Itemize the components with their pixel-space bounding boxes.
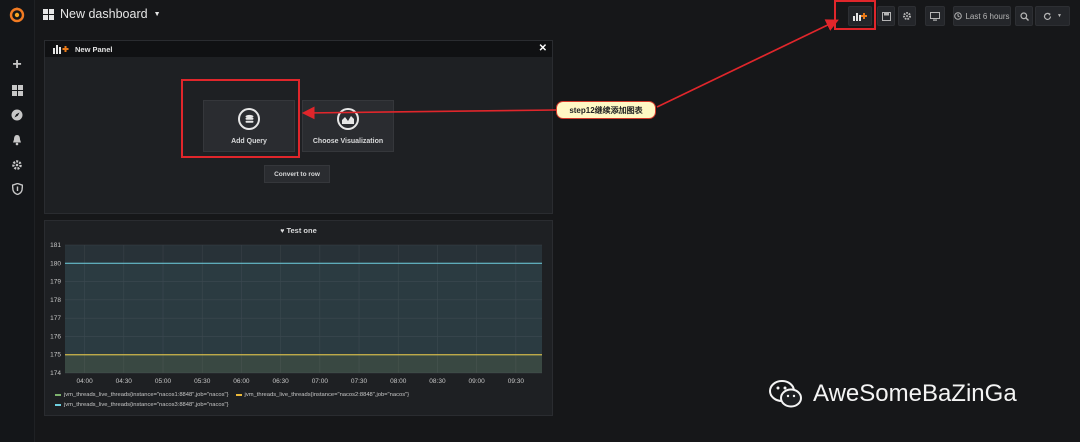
x-tick-label: 09:00 <box>469 378 486 385</box>
x-tick-label: 04:00 <box>76 378 93 385</box>
choose-visualization-label: Choose Visualization <box>312 138 384 145</box>
sidebar: + <box>0 0 35 442</box>
watermark-text: AweSomeBaZinGa <box>813 380 1017 407</box>
y-tick-label: 175 <box>50 352 61 359</box>
dashboard-settings-button[interactable] <box>898 6 916 26</box>
close-icon[interactable]: ✕ <box>539 43 547 54</box>
y-tick-label: 176 <box>50 333 61 340</box>
y-tick-label: 177 <box>50 315 61 322</box>
x-tick-label: 05:00 <box>155 378 172 385</box>
legend-series-1[interactable]: jvm_threads_live_threads{instance="nacos… <box>64 392 229 398</box>
gear-icon <box>903 12 911 20</box>
x-tick-label: 08:00 <box>390 378 407 385</box>
legend-swatch <box>55 404 61 406</box>
plus-icon[interactable]: + <box>0 56 34 74</box>
visualization-chart-icon <box>337 108 359 130</box>
time-picker-button[interactable]: Last 6 hours <box>953 6 1011 26</box>
caret-down-icon: ▼ <box>1057 13 1062 19</box>
graph-panel: ♥ Test one 174 175 176 177 178 179 180 181 04:00… <box>44 220 553 416</box>
clock-icon <box>954 12 963 20</box>
dashboards-icon[interactable] <box>0 81 34 99</box>
convert-to-row-button[interactable]: Convert to row <box>264 165 330 183</box>
legend-swatch <box>235 394 242 396</box>
x-tick-label: 05:30 <box>194 378 211 385</box>
y-tick-label: 180 <box>50 260 61 267</box>
grafana-logo-icon[interactable] <box>0 6 34 24</box>
wechat-logo-icon <box>769 380 802 408</box>
series-area-3 <box>65 263 542 373</box>
dashboard-grid-icon <box>43 8 54 20</box>
x-tick-label: 09:30 <box>508 378 525 385</box>
new-panel-header: New Panel ✕ <box>45 41 552 57</box>
zoom-out-button[interactable] <box>1015 6 1033 26</box>
configuration-gear-icon[interactable] <box>0 156 34 174</box>
x-tick-label: 08:30 <box>429 378 446 385</box>
highlight-box-add-panel <box>834 0 876 30</box>
search-icon <box>1019 11 1029 21</box>
x-tick-label: 06:30 <box>272 378 289 385</box>
x-tick-label: 06:00 <box>233 378 250 385</box>
time-range-label: Last 6 hours <box>965 11 1010 21</box>
new-panel-title: New Panel <box>75 44 113 54</box>
arrow-to-add-panel <box>656 19 839 108</box>
x-tick-label: 07:30 <box>351 378 368 385</box>
y-tick-label: 179 <box>50 279 61 286</box>
watermark: AweSomeBaZinGa <box>767 378 1017 410</box>
x-tick-label: 07:00 <box>312 378 329 385</box>
monitor-icon <box>930 11 940 21</box>
legend-row-1: jvm_threads_live_threads{instance="nacos… <box>55 392 409 398</box>
highlight-box-add-query <box>181 79 300 158</box>
dashboard-picker[interactable]: New dashboard ▼ <box>43 7 161 21</box>
legend-row-2: jvm_threads_live_threads{instance="nacos… <box>55 402 229 408</box>
save-icon <box>881 11 891 21</box>
explore-compass-icon[interactable] <box>0 106 34 124</box>
graph-canvas[interactable]: 174 175 176 177 178 179 180 181 04:00 04:30 05:00 0… <box>45 221 554 417</box>
legend-series-2[interactable]: jvm_threads_live_threads{instance="nacos… <box>245 392 410 398</box>
top-navbar: New dashboard ▼ <box>34 0 1080 32</box>
alerting-bell-icon[interactable] <box>0 131 34 149</box>
legend-series-3[interactable]: jvm_threads_live_threads{instance="nacos… <box>64 402 229 408</box>
dashboard-title: New dashboard <box>60 7 148 21</box>
refresh-icon <box>1043 12 1052 20</box>
add-panel-icon <box>53 45 69 54</box>
save-dashboard-button[interactable] <box>877 6 895 26</box>
caret-down-icon: ▼ <box>153 10 161 18</box>
choose-visualization-button[interactable]: Choose Visualization <box>302 100 394 152</box>
y-tick-label: 181 <box>50 242 61 249</box>
refresh-button[interactable]: ▼ <box>1035 6 1070 26</box>
y-tick-label: 178 <box>50 297 61 304</box>
y-tick-label: 174 <box>50 370 61 377</box>
cycle-view-mode-button[interactable] <box>925 6 945 26</box>
x-tick-label: 04:30 <box>116 378 133 385</box>
server-admin-shield-icon[interactable] <box>0 180 34 198</box>
annotation-callout: step12继续添加图表 <box>556 101 656 119</box>
legend-swatch <box>55 394 61 396</box>
